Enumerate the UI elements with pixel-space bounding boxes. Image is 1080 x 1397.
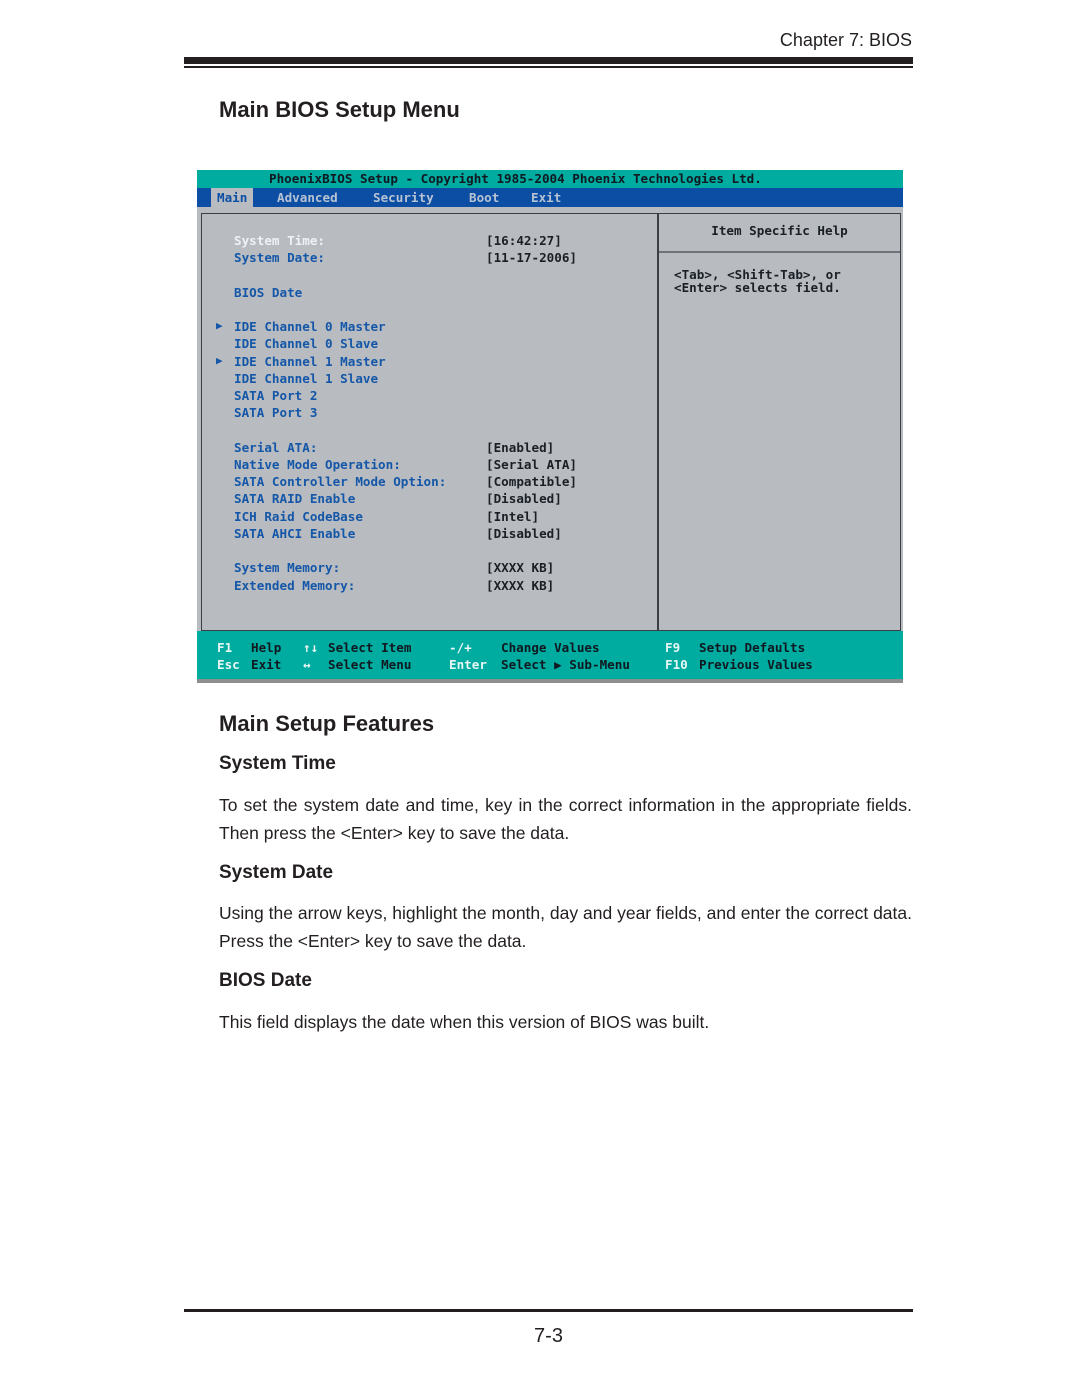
features-title: Main Setup Features	[219, 711, 435, 736]
bios-item-label: IDE Channel 1 Slave	[234, 371, 379, 386]
bios-item-value[interactable]: [Compatible]	[486, 474, 577, 489]
bios-title-bar: PhoenixBIOS Setup - Copyright 1985-2004 …	[197, 170, 903, 188]
bios-item-value[interactable]: [11-17-2006]	[486, 250, 577, 265]
header-rule-thin	[184, 66, 913, 68]
bios-item-label: SATA AHCI Enable	[234, 526, 356, 541]
bios-screenshot: PhoenixBIOS Setup - Copyright 1985-2004 …	[197, 170, 903, 683]
bios-item-value[interactable]: [Disabled]	[486, 526, 562, 541]
bios-item-label: IDE Channel 0 Slave	[234, 336, 379, 351]
tab-boot[interactable]: Boot	[469, 188, 499, 207]
bios-item-label: IDE Channel 0 Master	[234, 319, 386, 334]
key-f9: F9	[665, 640, 681, 655]
help-title: Item Specific Help	[659, 214, 900, 253]
key-desc: Select ▶ Sub-Menu	[501, 657, 630, 672]
system-time-text: To set the system date and time, key in …	[219, 795, 912, 843]
bios-item-value[interactable]: [Intel]	[486, 509, 539, 524]
bios-item-value[interactable]: [Serial ATA]	[486, 457, 577, 472]
bios-item-value[interactable]: [XXXX KB]	[486, 578, 554, 593]
help-line: <Enter> selects field.	[674, 280, 841, 295]
bios-item-value[interactable]: [XXXX KB]	[486, 560, 554, 575]
tab-exit[interactable]: Exit	[531, 188, 561, 207]
tab-security[interactable]: Security	[373, 188, 434, 207]
key-f1: F1	[217, 640, 233, 655]
bios-bottom-edge	[197, 679, 903, 683]
key-desc: Previous Values	[699, 657, 813, 672]
submenu-arrow-icon: ▶	[216, 354, 223, 367]
footer-rule	[184, 1309, 913, 1312]
system-date-text: Using the arrow keys, highlight the mont…	[219, 903, 912, 951]
section-title: Main BIOS Setup Menu	[219, 97, 460, 122]
key-desc: Select Item	[328, 640, 412, 655]
bios-item-label: ICH Raid CodeBase	[234, 509, 363, 524]
bios-item-label: IDE Channel 1 Master	[234, 354, 386, 369]
bios-item-label: SATA Port 2	[234, 388, 318, 403]
key-desc: Select Menu	[328, 657, 412, 672]
bios-date-heading: BIOS Date	[219, 970, 312, 991]
bios-item-label: System Memory:	[234, 560, 341, 575]
key-plusminus: -/+	[449, 640, 472, 655]
page-number: 7-3	[534, 1325, 563, 1347]
bios-item-label: Serial ATA:	[234, 440, 318, 455]
submenu-arrow-icon: ▶	[216, 319, 223, 332]
bios-item-label: Extended Memory:	[234, 578, 356, 593]
bios-help-panel: Item Specific Help <Tab>, <Shift-Tab>, o…	[658, 213, 901, 631]
bios-item-label: System Date:	[234, 250, 325, 265]
tab-advanced[interactable]: Advanced	[277, 188, 338, 207]
bios-menu-bar: Main Advanced Security Boot Exit	[197, 188, 903, 207]
bios-title: PhoenixBIOS Setup - Copyright 1985-2004 …	[269, 171, 762, 186]
key-desc: Change Values	[501, 640, 600, 655]
key-enter: Enter	[449, 657, 487, 672]
header-rule-thick	[184, 57, 913, 64]
bios-item-label: BIOS Date	[234, 285, 303, 300]
bios-item-value[interactable]: [Enabled]	[486, 440, 554, 455]
bios-item-value[interactable]: [16:42:27]	[486, 233, 562, 248]
bios-item-label: System Time:	[234, 233, 325, 248]
tab-main[interactable]: Main	[211, 188, 254, 207]
bios-key-legend: F1 Help ↑↓ Select Item -/+ Change Values…	[197, 631, 903, 679]
bios-item-label: SATA Port 3	[234, 405, 318, 420]
key-desc: Help	[251, 640, 282, 655]
key-desc: Setup Defaults	[699, 640, 806, 655]
bios-item-label: SATA RAID Enable	[234, 491, 356, 506]
bios-main-panel: System Time: [16:42:27] System Date: [11-17…	[201, 213, 658, 631]
key-desc: Exit	[251, 657, 282, 672]
key-f10: F10	[665, 657, 688, 672]
bios-item-label: Native Mode Operation:	[234, 457, 401, 472]
bios-item-value[interactable]: [Disabled]	[486, 491, 562, 506]
chapter-header: Chapter 7: BIOS	[779, 30, 912, 50]
system-time-heading: System Time	[219, 753, 336, 774]
key-esc: Esc	[217, 657, 240, 672]
system-date-heading: System Date	[219, 862, 334, 883]
key-updown: ↑↓	[303, 640, 319, 655]
bios-item-label: SATA Controller Mode Option:	[234, 474, 447, 489]
bios-date-text: This field displays the date when this v…	[219, 1012, 710, 1032]
key-leftright: ↔	[303, 657, 311, 672]
